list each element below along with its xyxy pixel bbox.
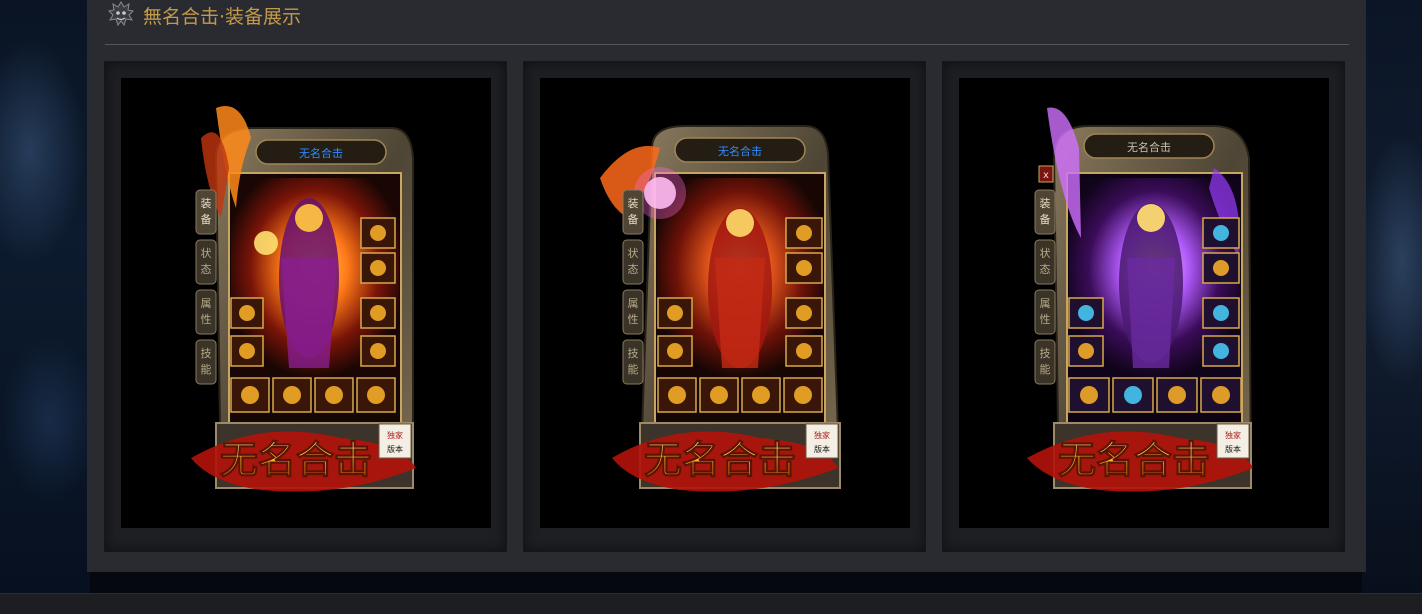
- svg-text:版本: 版本: [387, 444, 403, 454]
- equipment-screenshot-1: 无名合击 装 备 状 态 属 性 技 能 无名合击 独家 版本: [191, 106, 416, 492]
- tab-equipment-label-a: 装: [201, 197, 212, 210]
- svg-text:状: 状: [628, 246, 639, 260]
- svg-text:技: 技: [201, 347, 212, 360]
- svg-text:能: 能: [1040, 362, 1051, 376]
- game-logo: 无名合击: [220, 437, 372, 482]
- equipment-screenshot-3: 无名合击 x 装 备 状 态 属 性 技 能 无名合击 独家 版本: [1027, 107, 1253, 492]
- svg-text:版本: 版本: [814, 444, 830, 454]
- svg-text:独家: 独家: [814, 430, 830, 440]
- equipment-card-2[interactable]: 无名合击 装 备 状 态 属 性 技 能 无名合击 独家 版本: [523, 61, 926, 552]
- svg-text:属: 属: [628, 297, 639, 310]
- svg-text:技: 技: [1040, 347, 1051, 360]
- equipment-card-3[interactable]: 无名合击 x 装 备 状 态 属 性 技 能 无名合击 独家 版本: [942, 61, 1345, 552]
- svg-text:备: 备: [1040, 212, 1051, 226]
- demon-head-icon: [107, 1, 135, 27]
- game-logo: 无名合击: [1058, 437, 1210, 482]
- equipment-showcase-panel: 無名合击·装备展示 无名合击 装 备 状 态 属 性 技 能 无名合击 独家 版…: [87, 0, 1366, 572]
- window-title: 无名合击: [718, 144, 762, 158]
- svg-text:态: 态: [628, 263, 639, 276]
- equipment-screenshot-2: 无名合击 装 备 状 态 属 性 技 能 无名合击 独家 版本: [600, 125, 842, 492]
- svg-text:版本: 版本: [1225, 444, 1241, 454]
- svg-text:性: 性: [628, 312, 639, 326]
- svg-text:态: 态: [1040, 263, 1051, 276]
- tab-equipment-label-b: 备: [201, 212, 212, 226]
- svg-text:装: 装: [1040, 197, 1051, 210]
- footer-bar: [0, 593, 1422, 614]
- svg-text:独家: 独家: [1225, 430, 1241, 440]
- background-left: [0, 0, 90, 595]
- svg-text:性: 性: [1040, 312, 1051, 326]
- svg-text:性: 性: [201, 312, 212, 326]
- background-right: [1362, 0, 1422, 595]
- svg-text:独家: 独家: [387, 430, 403, 440]
- svg-text:状: 状: [1040, 246, 1051, 260]
- section-title: 無名合击·装备展示: [143, 6, 302, 28]
- screenshot-frame: 无名合击 装 备 状 态 属 性 技 能 无名合击 独家 版本: [121, 78, 491, 528]
- window-title: 无名合击: [1127, 140, 1171, 154]
- svg-text:装: 装: [628, 197, 639, 210]
- svg-text:态: 态: [201, 263, 212, 276]
- screenshot-frame: 无名合击 x 装 备 状 态 属 性 技 能 无名合击 独家 版本: [959, 78, 1329, 528]
- svg-text:状: 状: [201, 246, 212, 260]
- svg-text:备: 备: [628, 212, 639, 226]
- svg-text:x: x: [1043, 170, 1049, 181]
- section-header: 無名合击·装备展示: [105, 0, 1349, 45]
- screenshot-frame: 无名合击 装 备 状 态 属 性 技 能 无名合击 独家 版本: [540, 78, 910, 528]
- game-logo: 无名合击: [644, 437, 796, 482]
- equipment-card-1[interactable]: 无名合击 装 备 状 态 属 性 技 能 无名合击 独家 版本: [104, 61, 507, 552]
- svg-text:技: 技: [628, 347, 639, 360]
- svg-text:能: 能: [628, 362, 639, 376]
- svg-text:属: 属: [1040, 297, 1051, 310]
- svg-text:能: 能: [201, 362, 212, 376]
- window-title: 无名合击: [299, 146, 343, 160]
- svg-text:属: 属: [201, 297, 212, 310]
